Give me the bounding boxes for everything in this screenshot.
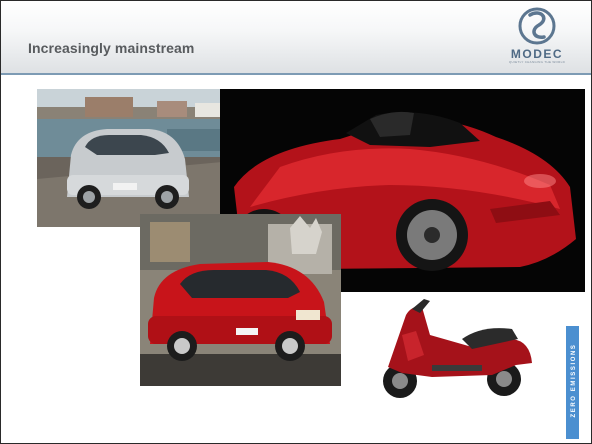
scooter-photo <box>372 295 540 403</box>
zero-emissions-bar: ZERO EMISSIONS <box>566 326 579 439</box>
city-car-photo <box>140 214 341 386</box>
logo-tagline: QUIETLY CHANGING THE WORLD <box>508 60 566 64</box>
slide-header: Increasingly mainstream MODEC QUIETLY CH… <box>1 1 591 75</box>
header-rule <box>1 73 591 75</box>
smart-car-photo <box>37 89 233 227</box>
zero-emissions-label: ZERO EMISSIONS <box>571 343 577 418</box>
modec-logo: MODEC QUIETLY CHANGING THE WORLD <box>506 6 568 66</box>
modec-swirl-icon <box>518 7 556 45</box>
slide: Increasingly mainstream MODEC QUIETLY CH… <box>0 0 592 444</box>
slide-title: Increasingly mainstream <box>28 40 195 56</box>
logo-wordmark: MODEC <box>510 47 564 61</box>
